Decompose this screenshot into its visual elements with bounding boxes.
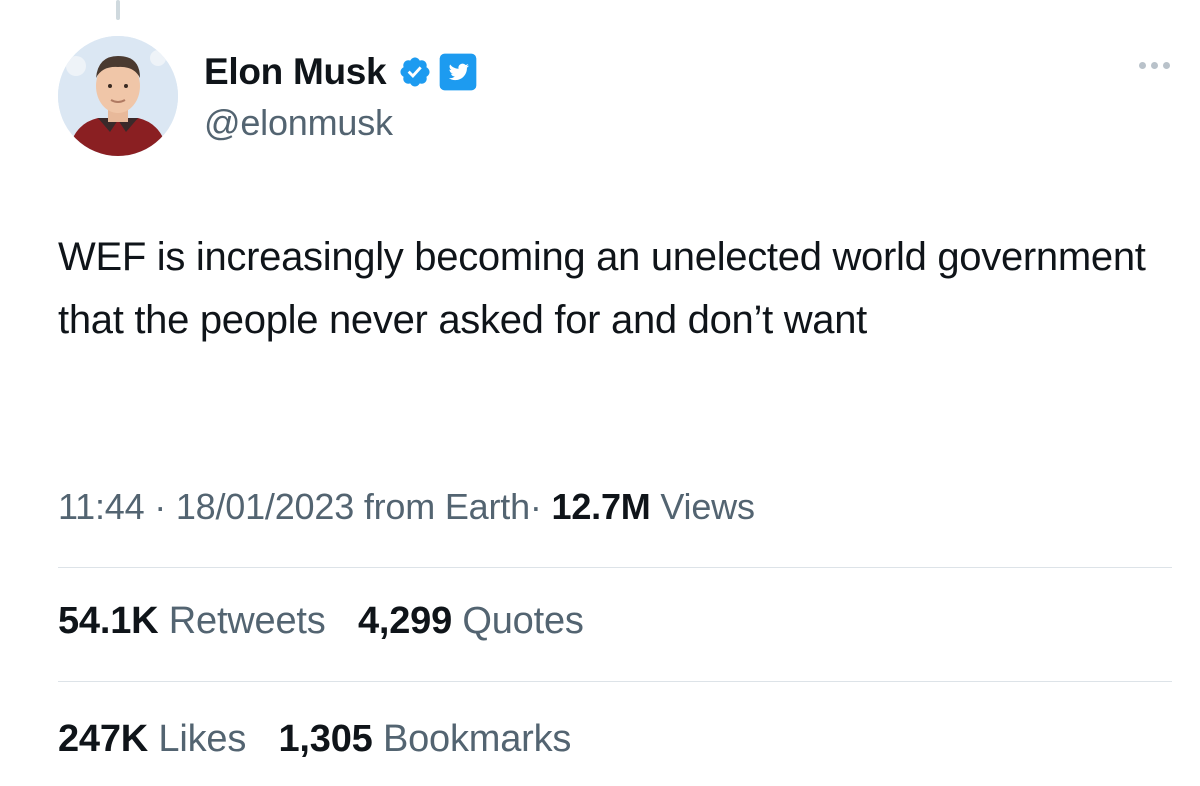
avatar[interactable] [58, 36, 178, 156]
thread-connector-line [116, 0, 120, 20]
divider [58, 567, 1172, 568]
bookmarks-stat[interactable]: 1,305 Bookmarks [278, 718, 571, 761]
meta-separator: · [529, 486, 542, 527]
author-block: Elon Musk @elonmusk [204, 50, 478, 144]
author-handle[interactable]: @elonmusk [204, 102, 478, 144]
likes-stat[interactable]: 247K Likes [58, 718, 246, 761]
bookmarks-count: 1,305 [278, 718, 373, 760]
verified-badge-icon[interactable] [398, 55, 432, 89]
author-name-row: Elon Musk [204, 50, 478, 94]
more-dot [1163, 62, 1170, 69]
stats-row-reactions: 247K Likes 1,305 Bookmarks [58, 718, 593, 761]
tweet-date[interactable]: 18/01/2023 [176, 486, 354, 527]
likes-label: Likes [158, 718, 247, 760]
more-horizontal-icon[interactable] [1139, 62, 1170, 69]
author-name[interactable]: Elon Musk [204, 51, 387, 93]
quotes-label: Quotes [462, 600, 584, 642]
divider [58, 681, 1172, 682]
views-label: Views [660, 486, 755, 527]
likes-count: 247K [58, 718, 149, 760]
retweets-stat[interactable]: 54.1K Retweets [58, 600, 326, 643]
meta-separator: · [154, 486, 167, 527]
twitter-bird-icon [439, 53, 477, 91]
retweets-count: 54.1K [58, 600, 159, 642]
tweet-time[interactable]: 11:44 [58, 486, 145, 527]
more-dot [1151, 62, 1158, 69]
bookmarks-label: Bookmarks [382, 718, 572, 760]
quotes-count: 4,299 [357, 600, 453, 642]
tweet-source: from Earth [363, 486, 530, 527]
avatar-image [58, 36, 178, 156]
tweet-meta: 11:44 · 18/01/2023 from Earth· 12.7M Vie… [58, 486, 755, 528]
retweets-label: Retweets [168, 600, 326, 642]
stats-row-engagement: 54.1K Retweets 4,299 Quotes [58, 600, 606, 643]
tweet-text: WEF is increasingly becoming an unelecte… [58, 235, 1146, 342]
views-count: 12.7M [551, 486, 651, 527]
quotes-stat[interactable]: 4,299 Quotes [358, 600, 584, 643]
more-dot [1139, 62, 1146, 69]
